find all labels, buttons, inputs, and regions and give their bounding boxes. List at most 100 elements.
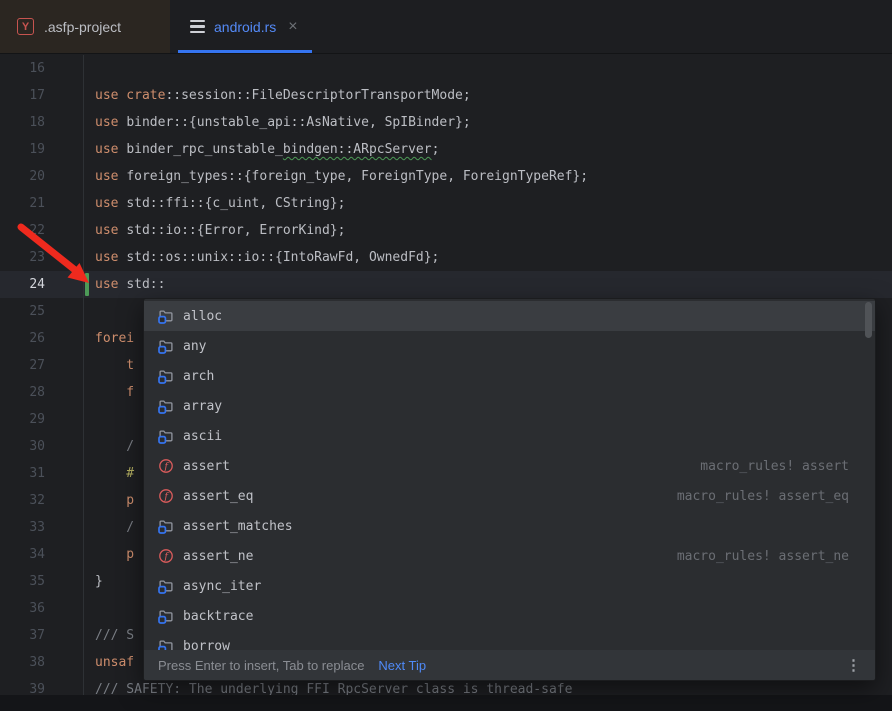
line-number: 17 (0, 82, 84, 109)
code-line[interactable]: 20use foreign_types::{foreign_type, Fore… (0, 163, 892, 190)
code-text: t (84, 352, 134, 379)
code-line[interactable]: 23use std::os::unix::io::{IntoRawFd, Own… (0, 244, 892, 271)
code-text: use std::io::{Error, ErrorKind}; (84, 217, 345, 244)
code-text: p (84, 487, 134, 514)
code-text (84, 55, 95, 82)
line-number: 22 (0, 217, 84, 244)
completion-item[interactable]: array (144, 391, 875, 421)
code-line[interactable]: 17use crate::session::FileDescriptorTran… (0, 82, 892, 109)
kebab-menu-icon[interactable]: ⋮ (846, 656, 861, 674)
completion-item-label: borrow (183, 639, 230, 651)
module-icon (158, 428, 174, 444)
code-text: use foreign_types::{foreign_type, Foreig… (84, 163, 588, 190)
completion-item[interactable]: fassertmacro_rules! assert (144, 451, 875, 481)
code-text: use std::os::unix::io::{IntoRawFd, Owned… (84, 244, 439, 271)
completion-item-type-hint: macro_rules! assert (700, 459, 849, 474)
popup-scrollbar[interactable] (865, 302, 872, 338)
code-text: use crate::session::FileDescriptorTransp… (84, 82, 471, 109)
line-number: 37 (0, 622, 84, 649)
editor-tab-bar: Y .asfp-project android.rs × (0, 0, 892, 54)
code-text: p (84, 541, 134, 568)
completion-item-label: backtrace (183, 609, 253, 624)
completion-item-label: alloc (183, 309, 222, 324)
line-number: 19 (0, 136, 84, 163)
line-number: 32 (0, 487, 84, 514)
completion-list: alloc any arch array ascii f assert macro_rules… (144, 299, 875, 650)
code-text: f (84, 379, 134, 406)
completion-item[interactable]: async_iter (144, 571, 875, 601)
completion-item[interactable]: any (144, 331, 875, 361)
tab-android-rs[interactable]: android.rs × (178, 0, 312, 53)
completion-item-label: async_iter (183, 579, 261, 594)
editor-bottom-edge (0, 695, 892, 711)
line-number: 16 (0, 55, 84, 82)
completion-item[interactable]: ascii (144, 421, 875, 451)
completion-item-label: ascii (183, 429, 222, 444)
code-text (84, 406, 95, 433)
completion-item-label: assert_eq (183, 489, 253, 504)
line-number: 26 (0, 325, 84, 352)
completion-popup: alloc any arch array ascii f assert macro_rules… (143, 298, 876, 681)
line-number: 30 (0, 433, 84, 460)
completion-item-label: assert (183, 459, 230, 474)
code-text: forei (84, 325, 134, 352)
completion-item[interactable]: assert_matches (144, 511, 875, 541)
line-number: 23 (0, 244, 84, 271)
module-icon (158, 308, 174, 324)
module-icon (158, 518, 174, 534)
line-number: 18 (0, 109, 84, 136)
line-number: 25 (0, 298, 84, 325)
module-icon (158, 398, 174, 414)
rust-file-icon (190, 20, 205, 33)
code-text (84, 595, 95, 622)
line-number: 36 (0, 595, 84, 622)
line-number: 38 (0, 649, 84, 676)
code-line[interactable]: 19use binder_rpc_unstable_bindgen::ARpcS… (0, 136, 892, 163)
completion-item-type-hint: macro_rules! assert_ne (677, 549, 849, 564)
line-number: 21 (0, 190, 84, 217)
code-text: use binder::{unstable_api::AsNative, SpI… (84, 109, 471, 136)
code-text: /// S (84, 622, 134, 649)
line-number: 20 (0, 163, 84, 190)
macro-icon: f (158, 548, 174, 564)
active-tab-underline (178, 50, 312, 54)
code-line[interactable]: 18use binder::{unstable_api::AsNative, S… (0, 109, 892, 136)
code-text: use std:: (84, 271, 165, 298)
next-tip-link[interactable]: Next Tip (378, 658, 426, 673)
completion-item-label: array (183, 399, 222, 414)
completion-item[interactable]: backtrace (144, 601, 875, 631)
completion-item[interactable]: fassert_nemacro_rules! assert_ne (144, 541, 875, 571)
line-number: 31 (0, 460, 84, 487)
line-number: 28 (0, 379, 84, 406)
code-line[interactable]: 21use std::ffi::{c_uint, CString}; (0, 190, 892, 217)
code-line[interactable]: 16 (0, 55, 892, 82)
code-text: / (84, 433, 134, 460)
footer-hint-text: Press Enter to insert, Tab to replace (158, 658, 364, 673)
completion-item[interactable]: borrow (144, 631, 875, 650)
module-icon (158, 338, 174, 354)
line-number: 35 (0, 568, 84, 595)
module-icon (158, 608, 174, 624)
tab-asfp-project[interactable]: Y .asfp-project (0, 0, 170, 53)
completion-item-label: arch (183, 369, 214, 384)
completion-item[interactable]: arch (144, 361, 875, 391)
completion-item-type-hint: macro_rules! assert_eq (677, 489, 849, 504)
code-text (84, 298, 95, 325)
line-number: 29 (0, 406, 84, 433)
code-line[interactable]: 24use std:: (0, 271, 892, 298)
yaml-file-icon: Y (17, 18, 34, 35)
code-text: use binder_rpc_unstable_bindgen::ARpcSer… (84, 136, 439, 163)
module-icon (158, 368, 174, 384)
vcs-change-marker (85, 273, 89, 296)
completion-footer: Press Enter to insert, Tab to replace Ne… (144, 650, 875, 680)
code-text: unsaf (84, 649, 134, 676)
line-number: 34 (0, 541, 84, 568)
line-number: 27 (0, 352, 84, 379)
completion-item[interactable]: fassert_eqmacro_rules! assert_eq (144, 481, 875, 511)
tab-label: .asfp-project (44, 19, 121, 35)
completion-item[interactable]: alloc (144, 301, 875, 331)
module-icon (158, 638, 174, 650)
code-line[interactable]: 22use std::io::{Error, ErrorKind}; (0, 217, 892, 244)
line-number: 33 (0, 514, 84, 541)
close-tab-icon[interactable]: × (288, 19, 297, 35)
